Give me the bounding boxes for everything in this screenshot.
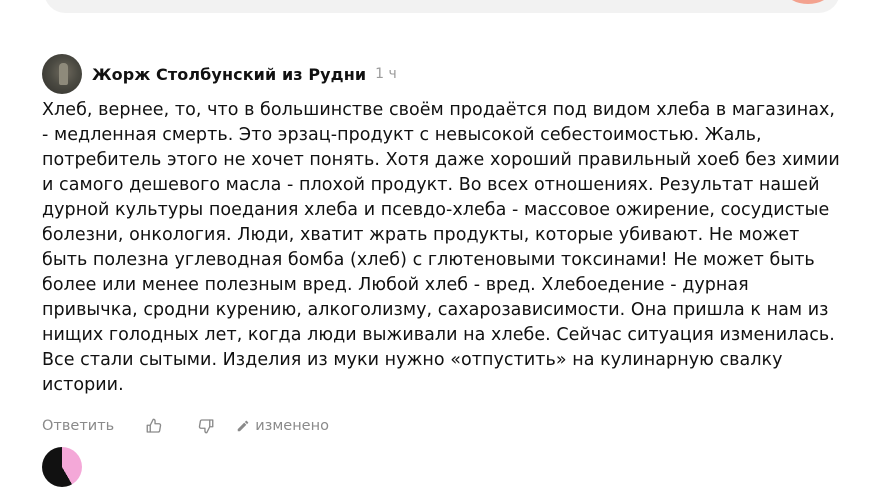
edited-indicator: изменено [236,418,329,434]
comment-text: Хлеб, вернее, то, что в большинстве своё… [42,100,840,395]
dislike-button[interactable] [194,414,218,438]
thumbs-down-icon [198,419,214,434]
comment-input[interactable] [44,0,840,13]
comment-time: 1 ч [375,66,397,82]
thumbs-up-icon [146,418,162,433]
avatar[interactable] [42,54,82,94]
like-button[interactable] [142,414,166,438]
edited-label: изменено [255,418,329,434]
comment-header: Жорж Столбунский из Рудни 1 ч [42,54,842,94]
comment: Жорж Столбунский из Рудни 1 ч Хлеб, верн… [42,54,842,438]
author-name[interactable]: Жорж Столбунский из Рудни [92,65,366,84]
next-comment-avatar[interactable] [42,447,82,487]
reply-button[interactable]: Ответить [42,418,114,434]
pencil-icon [237,420,249,432]
comment-actions: Ответить изменено [42,414,842,438]
